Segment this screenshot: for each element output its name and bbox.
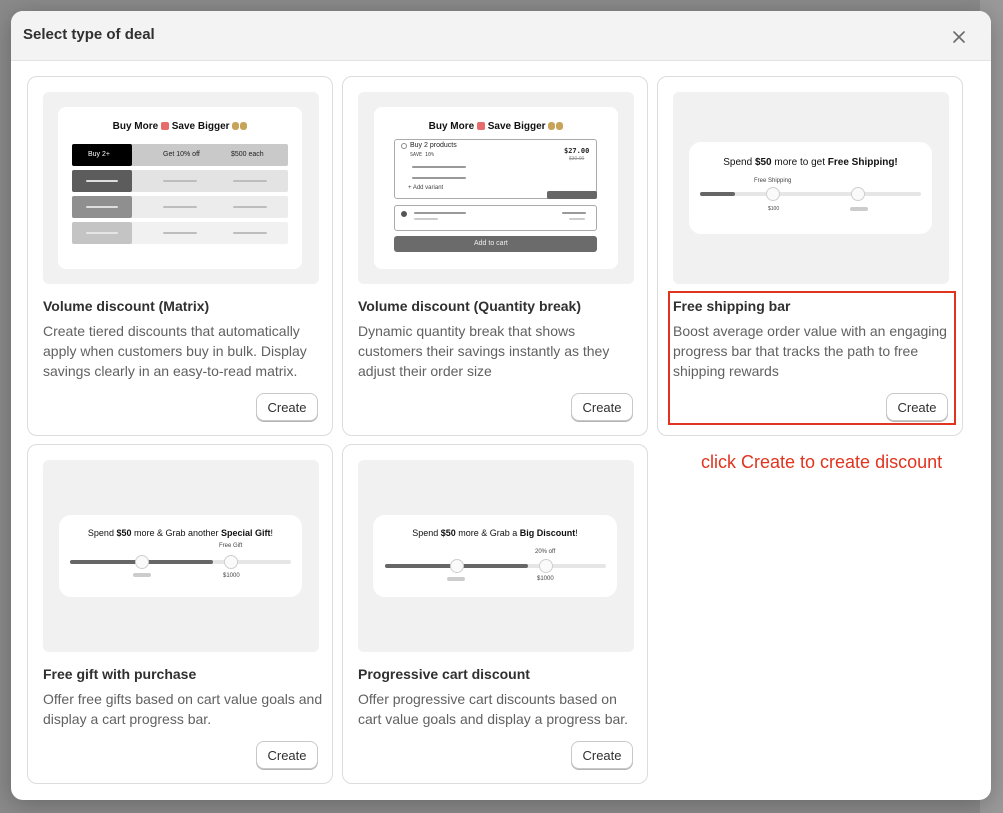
deal-card-free-gift[interactable]: Spend $50 more & Grab another Special Gi…: [27, 444, 333, 784]
money-bag-icon: [548, 122, 556, 130]
matrix-col-3: $500 each: [231, 151, 264, 158]
gift-icon: [224, 555, 238, 569]
preview-progressive-cart: Spend $50 more & Grab a Big Discount! 20…: [358, 460, 634, 652]
create-button-volume-matrix[interactable]: Create: [256, 393, 318, 421]
preview-heading-right: Save Bigger: [171, 121, 230, 132]
gift-icon: [851, 187, 865, 201]
milestone-value: $100: [768, 206, 780, 212]
preview-quantity-break: Buy More Save Bigger Buy 2 products SAVE…: [358, 92, 634, 284]
preview-free-shipping: Spend $50 more to get Free Shipping! Fre…: [673, 92, 949, 284]
truck-icon: [766, 187, 780, 201]
card-description: Offer progressive cart discounts based o…: [358, 691, 629, 727]
create-button-progressive-cart[interactable]: Create: [571, 741, 633, 769]
milestone-label: Free Shipping: [754, 178, 792, 184]
shopping-bag-icon: [160, 122, 169, 130]
deal-card-volume-matrix[interactable]: Buy More Save Bigger Buy 2+ Get 10% off …: [27, 76, 333, 436]
preview-heading-left: Buy More: [428, 121, 475, 132]
preview-heading-left: Buy More: [112, 121, 159, 132]
option-label: Buy 2 products: [410, 142, 457, 149]
deal-card-progressive-cart[interactable]: Spend $50 more & Grab a Big Discount! 20…: [342, 444, 648, 784]
create-button-free-gift[interactable]: Create: [256, 741, 318, 769]
matrix-col-1: Buy 2+: [88, 151, 110, 158]
option-save: SAVE 10%: [410, 152, 435, 158]
money-bag-icon: [556, 122, 564, 130]
money-bag-icon: [240, 122, 248, 130]
annotation-text: click Create to create discount: [701, 452, 943, 472]
progress-fill: [700, 192, 735, 196]
card-description: Offer free gifts based on cart value goa…: [43, 691, 323, 727]
milestone-value: $1000: [537, 576, 554, 582]
milestone-label: 20% off: [535, 549, 556, 555]
discount-icon: [539, 559, 553, 573]
radio-icon: [401, 143, 407, 149]
close-button[interactable]: [945, 23, 973, 51]
matrix-col-2: Get 10% off: [163, 151, 200, 158]
money-bag-icon: [232, 122, 240, 130]
highlight-box: [668, 291, 956, 425]
option-old-price: $30.00: [569, 156, 585, 162]
select-deal-modal: Select type of deal Buy More Save Bigger…: [11, 11, 991, 800]
modal-header: Select type of deal: [11, 11, 991, 61]
milestone-label: Free Gift: [219, 543, 243, 549]
radio-icon: [401, 211, 407, 217]
card-title: Free gift with purchase: [43, 666, 197, 682]
modal-title: Select type of deal: [23, 26, 155, 43]
card-title: Volume discount (Quantity break): [358, 298, 581, 314]
shopping-bag-icon: [476, 122, 485, 130]
truck-icon: [450, 559, 464, 573]
card-title: Progressive cart discount: [358, 666, 530, 682]
add-variant: + Add variant: [408, 185, 444, 191]
truck-icon: [135, 555, 149, 569]
card-description: Create tiered discounts that automatical…: [43, 323, 307, 379]
card-title: Volume discount (Matrix): [43, 298, 210, 314]
preview-free-gift: Spend $50 more & Grab another Special Gi…: [43, 460, 319, 652]
card-description: Dynamic quantity break that shows custom…: [358, 323, 610, 379]
create-button-quantity-break[interactable]: Create: [571, 393, 633, 421]
close-icon: [953, 31, 965, 43]
preview-volume-matrix: Buy More Save Bigger Buy 2+ Get 10% off …: [43, 92, 319, 284]
deal-card-quantity-break[interactable]: Buy More Save Bigger Buy 2 products SAVE…: [342, 76, 648, 436]
option-price: $27.00: [564, 147, 590, 155]
milestone-value: $1000: [223, 573, 240, 579]
preview-heading-right: Save Bigger: [487, 121, 546, 132]
